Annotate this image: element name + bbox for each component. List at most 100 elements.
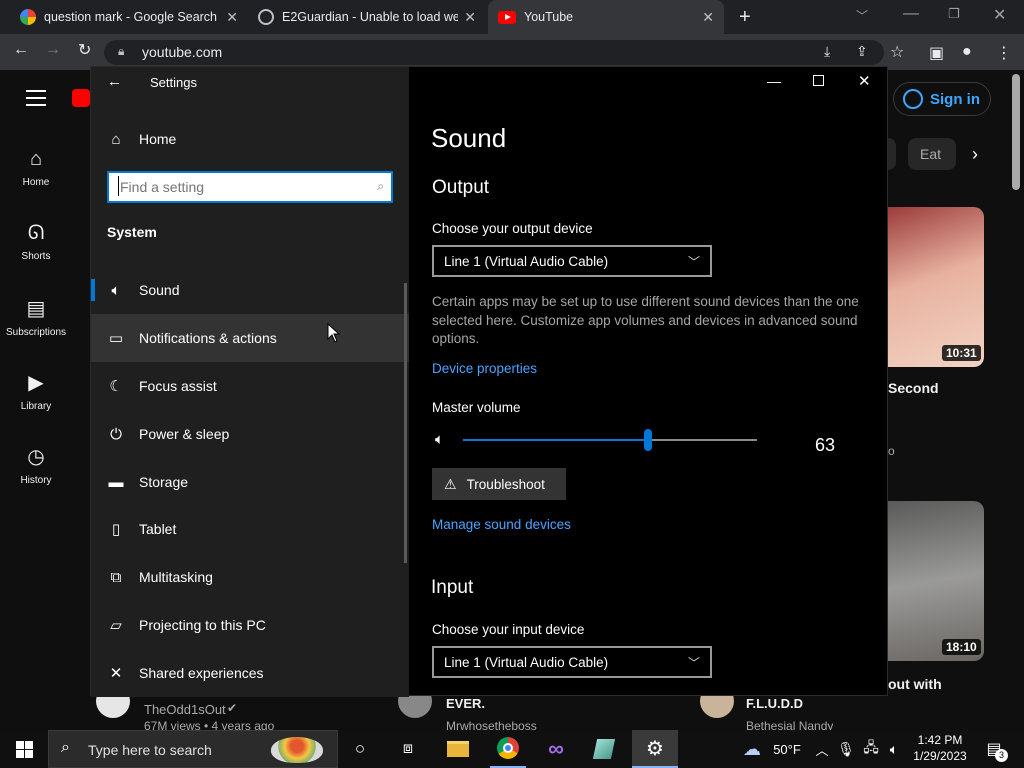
share-icon[interactable]: ⇪ xyxy=(856,43,868,60)
hamburger-icon[interactable] xyxy=(26,90,46,106)
channel-name[interactable]: TheOdd1sOut xyxy=(144,702,226,717)
video-meta: o xyxy=(888,444,895,458)
bookmark-star-icon[interactable]: ☆ xyxy=(890,42,904,62)
text-caret xyxy=(118,176,119,196)
multitasking-icon: ⧉ xyxy=(110,568,122,586)
tab-title: question mark - Google Search xyxy=(44,10,218,24)
tab-youtube[interactable]: YouTube ✕ xyxy=(488,0,724,34)
video-thumbnail[interactable]: 18:10 xyxy=(888,501,984,661)
chevron-down-icon: ﹀ xyxy=(687,656,700,670)
sidebar-item-multitasking[interactable]: ⧉ Multitasking xyxy=(91,553,409,601)
back-icon[interactable]: ← xyxy=(13,41,29,59)
close-window-icon[interactable]: ✕ xyxy=(993,5,1006,25)
output-device-select[interactable]: Line 1 (Virtual Audio Cable) ﹀ xyxy=(432,245,712,277)
app-icon[interactable] xyxy=(586,730,622,768)
reload-icon[interactable]: ↻ xyxy=(78,40,91,60)
verified-icon: ✔ xyxy=(227,701,238,715)
nav-label: Home xyxy=(139,131,177,147)
install-icon[interactable]: ⤓ xyxy=(824,43,830,60)
speaker-icon: 🔈︎ xyxy=(111,281,121,299)
maximize-icon[interactable] xyxy=(813,75,824,86)
video-title[interactable]: F.L.U.D.D xyxy=(746,696,803,711)
start-button[interactable] xyxy=(0,730,48,768)
sidebar-item-power-sleep[interactable]: ⏻ Power & sleep xyxy=(91,410,409,458)
sidebar-item-focus-assist[interactable]: ☾ Focus assist xyxy=(91,362,409,410)
scrollbar-thumb[interactable] xyxy=(1012,74,1020,190)
sidebar-item-tablet[interactable]: ▯ Tablet xyxy=(91,505,409,553)
tab-e2guardian[interactable]: E2Guardian - Unable to load web ✕ xyxy=(250,0,486,34)
close-icon[interactable]: ✕ xyxy=(858,72,871,90)
menu-icon[interactable]: ⋮ xyxy=(996,43,1012,63)
close-tab-icon[interactable]: ✕ xyxy=(226,9,238,26)
tab-search-icon[interactable]: ﹀ xyxy=(856,7,868,24)
chevron-up-icon[interactable]: ︿ xyxy=(813,730,831,768)
sidebar-item-storage[interactable]: ▬ Storage xyxy=(91,458,409,506)
find-setting-input[interactable]: Find a setting ⌕ xyxy=(107,171,393,203)
yt-nav-shorts[interactable]: ᘏ Shorts xyxy=(0,222,72,262)
volume-slider-thumb[interactable] xyxy=(644,429,652,451)
windows-taskbar: ⌕ Type here to search ○ ⧈ ∞ ⚙ ☁ 50°F ︿ 🎙… xyxy=(0,730,1024,768)
side-panel-icon[interactable]: ▣ xyxy=(929,43,944,63)
close-tab-icon[interactable]: ✕ xyxy=(702,9,714,26)
network-icon[interactable]: 🖧 xyxy=(860,730,882,768)
sidebar-item-sound[interactable]: 🔈︎ Sound xyxy=(91,266,409,314)
chevron-right-icon[interactable]: › xyxy=(972,144,978,165)
subscriptions-icon: ▤ xyxy=(26,298,46,320)
video-title[interactable]: EVER. xyxy=(446,696,485,711)
manage-sound-devices-link[interactable]: Manage sound devices xyxy=(432,517,571,532)
yt-nav-history[interactable]: ◷ History xyxy=(0,444,72,486)
tab-google-search[interactable]: question mark - Google Search ✕ xyxy=(12,0,248,34)
warning-icon: ⚠ xyxy=(444,475,457,492)
video-title[interactable]: out with xyxy=(888,676,942,692)
minimize-icon[interactable]: — xyxy=(767,73,781,89)
settings-home[interactable]: ⌂ Home xyxy=(91,115,409,163)
close-tab-icon[interactable]: ✕ xyxy=(464,9,476,26)
nav-scrollbar[interactable] xyxy=(404,283,407,563)
minimize-icon[interactable]: — xyxy=(903,5,919,23)
volume-speaker-icon[interactable]: 🔈︎ xyxy=(435,431,444,448)
sidebar-item-shared-experiences[interactable]: ✕ Shared experiences xyxy=(91,649,409,697)
forward-icon[interactable]: → xyxy=(45,41,61,59)
storage-icon: ▬ xyxy=(108,473,124,491)
chip-eat[interactable]: Eat xyxy=(908,138,956,170)
chevron-down-icon: ﹀ xyxy=(687,255,700,269)
profile-icon[interactable]: ● xyxy=(962,43,972,61)
video-thumbnail[interactable]: 10:31 xyxy=(888,207,984,367)
microphone-icon[interactable]: 🎙︎ xyxy=(837,730,855,768)
sidebar-item-projecting[interactable]: ▱ Projecting to this PC xyxy=(91,601,409,649)
new-tab-button[interactable]: + xyxy=(739,6,751,29)
yt-nav-library[interactable]: ▶ Library xyxy=(0,370,72,412)
yt-nav-subscriptions[interactable]: ▤ Subscriptions xyxy=(0,296,72,338)
taskbar-search-box[interactable]: ⌕ Type here to search xyxy=(48,730,338,768)
sidebar-item-notifications[interactable]: ▭ Notifications & actions xyxy=(91,314,409,362)
master-volume-label: Master volume xyxy=(432,400,521,415)
volume-slider[interactable] xyxy=(463,429,757,451)
back-arrow-icon[interactable]: ← xyxy=(107,73,122,90)
volume-icon[interactable]: 🔈︎ xyxy=(884,730,904,768)
chrome-taskbar-icon[interactable] xyxy=(490,730,526,768)
settings-taskbar-icon[interactable]: ⚙ xyxy=(632,730,678,768)
address-bar[interactable]: 🔒︎ youtube.com ⤓ ⇪ xyxy=(104,40,884,65)
channel-name[interactable]: Mrwhosetheboss xyxy=(446,719,537,730)
visual-studio-icon[interactable]: ∞ xyxy=(538,730,574,768)
video-title[interactable]: Second xyxy=(888,380,939,396)
clock[interactable]: 1:42 PM 1/29/2023 xyxy=(908,732,972,764)
sign-in-button[interactable]: Sign in xyxy=(893,82,991,116)
weather-cloud-icon[interactable]: ☁ xyxy=(736,730,768,768)
task-view-icon[interactable]: ⧈ xyxy=(391,730,425,768)
input-device-select[interactable]: Line 1 (Virtual Audio Cable) ﹀ xyxy=(432,646,712,678)
channel-name[interactable]: Bethesial Nandy xyxy=(746,719,833,730)
nav-label: Sound xyxy=(139,282,180,298)
troubleshoot-button[interactable]: ⚠ Troubleshoot xyxy=(432,468,566,500)
device-properties-link[interactable]: Device properties xyxy=(432,361,537,376)
file-explorer-icon[interactable] xyxy=(440,730,476,768)
cortana-icon[interactable]: ○ xyxy=(343,730,377,768)
youtube-logo-icon[interactable] xyxy=(72,89,90,107)
weather-temperature[interactable]: 50°F xyxy=(770,730,804,768)
yt-nav-home[interactable]: ⌂ Home xyxy=(0,148,72,188)
nav-label: Notifications & actions xyxy=(139,330,277,346)
restore-icon[interactable]: ❐ xyxy=(948,6,960,22)
browser-tab-strip: question mark - Google Search ✕ E2Guardi… xyxy=(0,0,1024,34)
search-icon[interactable]: ⌕ xyxy=(377,179,384,194)
video-duration: 10:31 xyxy=(942,345,981,361)
